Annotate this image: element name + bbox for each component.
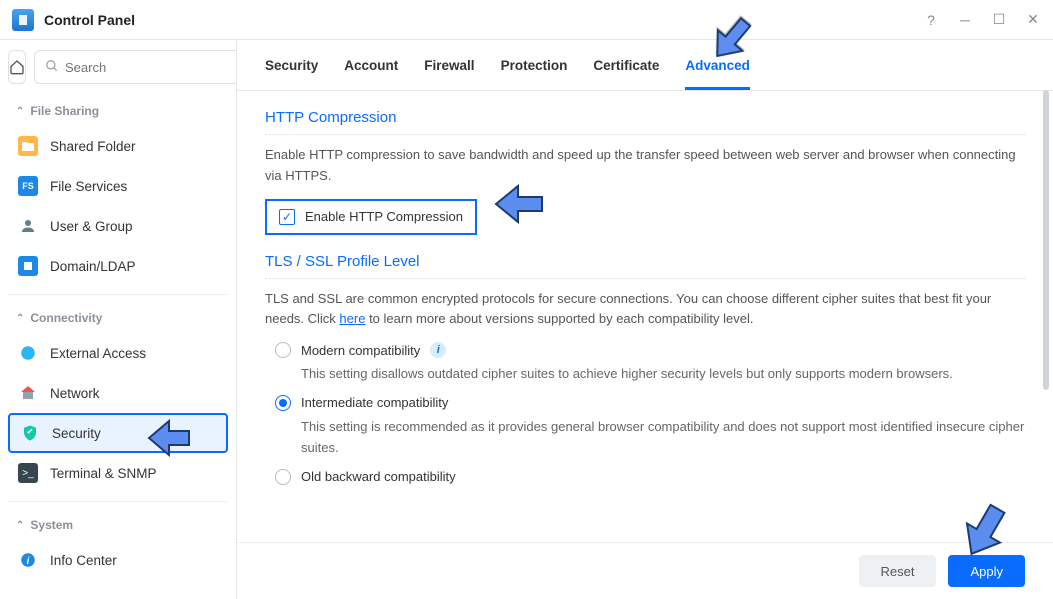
chevron-up-icon: ⌃ — [16, 313, 24, 324]
search-icon — [45, 59, 59, 76]
search-box[interactable] — [34, 50, 237, 84]
tab-bar: Security Account Firewall Protection Cer… — [237, 40, 1053, 91]
checkbox-label: Enable HTTP Compression — [305, 209, 463, 224]
radio-button[interactable] — [275, 395, 291, 411]
sidebar-item-label: Domain/LDAP — [50, 259, 136, 274]
info-icon[interactable]: i — [430, 342, 446, 358]
sidebar-item-file-services[interactable]: FSFile Services — [8, 166, 228, 206]
window-title: Control Panel — [44, 12, 905, 28]
section-label: Connectivity — [30, 311, 102, 325]
sidebar-item-label: Security — [52, 426, 101, 441]
help-button[interactable]: ? — [923, 12, 939, 28]
tab-certificate[interactable]: Certificate — [593, 58, 659, 90]
radio-modern-compatibility[interactable]: Modern compatibility i — [275, 342, 1025, 358]
section-file-sharing[interactable]: ⌃ File Sharing — [8, 96, 228, 126]
sidebar-item-info-center[interactable]: i Info Center — [8, 540, 228, 580]
radio-label: Intermediate compatibility — [301, 395, 448, 410]
tls-desc-post: to learn more about versions supported b… — [365, 311, 753, 326]
sidebar-item-label: Info Center — [50, 553, 117, 568]
sidebar-item-shared-folder[interactable]: Shared Folder — [8, 126, 228, 166]
section-connectivity[interactable]: ⌃ Connectivity — [8, 303, 228, 333]
modern-desc: This setting disallows outdated cipher s… — [301, 364, 1025, 385]
sidebar-item-label: Terminal & SNMP — [50, 466, 157, 481]
sidebar-item-security[interactable]: Security — [8, 413, 228, 453]
close-button[interactable]: ✕ — [1025, 12, 1041, 28]
radio-old-compatibility[interactable]: Old backward compatibility — [275, 469, 1025, 485]
app-icon — [12, 9, 34, 31]
radio-button[interactable] — [275, 342, 291, 358]
sidebar-item-external-access[interactable]: External Access — [8, 333, 228, 373]
reset-button[interactable]: Reset — [859, 555, 937, 587]
section-system[interactable]: ⌃ System — [8, 510, 228, 540]
sidebar: ⌃ File Sharing Shared Folder FSFile Servi… — [0, 40, 237, 599]
enable-http-compression-checkbox[interactable]: ✓ — [279, 209, 295, 225]
sidebar-item-label: User & Group — [50, 219, 133, 234]
scrollbar-thumb[interactable] — [1043, 90, 1049, 390]
tab-advanced[interactable]: Advanced — [685, 58, 750, 90]
radio-label: Old backward compatibility — [301, 469, 456, 484]
section-title-tls: TLS / SSL Profile Level — [265, 235, 1025, 279]
content-pane: Security Account Firewall Protection Cer… — [237, 40, 1053, 599]
sidebar-item-user-group[interactable]: User & Group — [8, 206, 228, 246]
apply-button[interactable]: Apply — [948, 555, 1025, 587]
minimize-button[interactable]: ─ — [957, 12, 973, 28]
section-label: File Sharing — [30, 104, 99, 118]
search-input[interactable] — [65, 60, 237, 75]
tls-desc: TLS and SSL are common encrypted protoco… — [265, 289, 1025, 331]
titlebar: Control Panel ? ─ ☐ ✕ — [0, 0, 1053, 40]
chevron-up-icon: ⌃ — [16, 106, 24, 117]
sidebar-item-label: Network — [50, 386, 100, 401]
chevron-up-icon: ⌃ — [16, 520, 24, 531]
sidebar-item-label: Shared Folder — [50, 139, 136, 154]
home-button[interactable] — [8, 50, 26, 84]
section-title-http-compression: HTTP Compression — [265, 91, 1025, 135]
radio-button[interactable] — [275, 469, 291, 485]
sidebar-item-label: File Services — [50, 179, 127, 194]
sidebar-item-label: External Access — [50, 346, 146, 361]
radio-label: Modern compatibility — [301, 343, 420, 358]
http-compression-desc: Enable HTTP compression to save bandwidt… — [265, 145, 1025, 187]
sidebar-item-network[interactable]: Network — [8, 373, 228, 413]
tab-firewall[interactable]: Firewall — [424, 58, 474, 90]
radio-intermediate-compatibility[interactable]: Intermediate compatibility — [275, 395, 1025, 411]
tab-security[interactable]: Security — [265, 58, 318, 90]
intermediate-desc: This setting is recommended as it provid… — [301, 417, 1025, 459]
footer: Reset Apply — [237, 542, 1053, 599]
sidebar-item-terminal-snmp[interactable]: >_Terminal & SNMP — [8, 453, 228, 493]
enable-http-compression-row[interactable]: ✓ Enable HTTP Compression — [265, 199, 477, 235]
sidebar-item-domain-ldap[interactable]: Domain/LDAP — [8, 246, 228, 286]
tab-protection[interactable]: Protection — [501, 58, 568, 90]
maximize-button[interactable]: ☐ — [991, 12, 1007, 28]
vertical-scrollbar[interactable] — [1043, 90, 1049, 520]
section-label: System — [30, 518, 73, 532]
svg-text:i: i — [27, 556, 30, 567]
tls-learn-more-link[interactable]: here — [339, 311, 365, 326]
tab-account[interactable]: Account — [344, 58, 398, 90]
